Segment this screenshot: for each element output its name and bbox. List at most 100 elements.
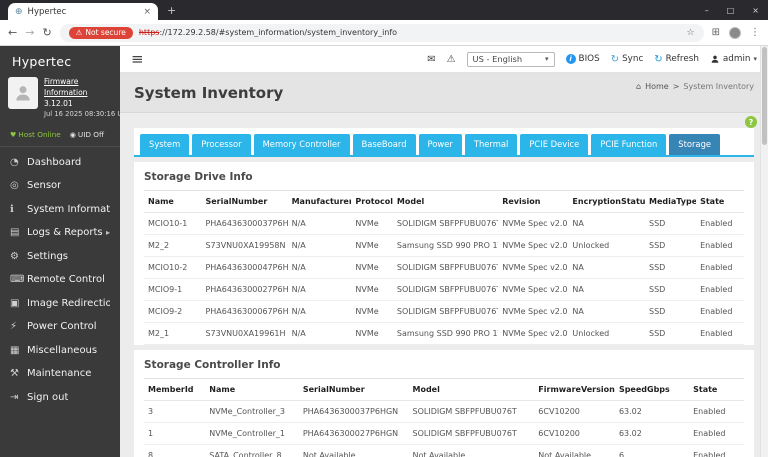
messages-envelope-icon[interactable]: ✉ — [427, 54, 435, 65]
table-cell: SSD — [645, 322, 697, 345]
table-cell: 6CV10200 — [534, 400, 615, 423]
sidebar-item-label: Settings — [27, 250, 69, 262]
sidebar-item-miscellaneous[interactable]: ▦ Miscellaneous — [0, 338, 120, 362]
sidebar-item-system-information[interactable]: ℹ System Information — [0, 197, 120, 221]
host-status-label: Host Online — [18, 130, 61, 140]
sidebar-item-image-redirection[interactable]: ▣ Image Redirection — [0, 291, 120, 315]
tab-close-icon[interactable]: × — [143, 7, 151, 17]
table-cell: PHA6436300067P6HGN — [201, 300, 288, 323]
tab-power[interactable]: Power — [418, 134, 462, 155]
tab-pcie-device[interactable]: PCIE Device — [520, 134, 589, 155]
sidebar-item-maintenance[interactable]: ⚒ Maintenance — [0, 362, 120, 386]
app-frame: Hypertec Firmware Information 3.12.01 Ju… — [0, 46, 768, 457]
url-text: https://172.29.2.58/#system_information/… — [139, 28, 681, 37]
back-icon[interactable]: ← — [8, 26, 17, 39]
table-row[interactable]: 3 NVMe_Controller_3 PHA6436300037P6HGN SOLI… — [144, 400, 744, 423]
maintenance-icon: ⚒ — [10, 368, 19, 380]
language-value: US - English — [472, 54, 523, 64]
bios-label: BIOS — [578, 54, 600, 64]
table-cell: NVMe Spec v2.0 — [498, 322, 569, 345]
table-cell: N/A — [287, 234, 352, 257]
tab-pcie-function[interactable]: PCIE Function — [591, 134, 667, 155]
column-header: SerialNumber — [298, 379, 409, 401]
user-menu[interactable]: admin ▾ — [710, 54, 757, 64]
topbar-actions: ✉ ⚠ US - English ▾ i BIOS ↻ Sync ↻ Refre… — [427, 51, 757, 67]
table-row[interactable]: MCIO9-1PHA6436300027P6HGNN/ANVMeSOLIDIGM… — [144, 278, 744, 301]
table-cell: SOLIDIGM SBFPFUBU076T — [408, 400, 535, 423]
table-cell: Enabled — [696, 212, 744, 235]
tab-system[interactable]: System — [140, 134, 190, 155]
table-cell: SATA_Controller_8 — [205, 444, 299, 457]
sidebar-item-label: Remote Control — [27, 274, 105, 286]
hamburger-menu-icon[interactable]: ≡ — [131, 50, 144, 68]
sidebar-item-label: Logs & Reports — [27, 227, 103, 239]
scrollbar-thumb[interactable] — [762, 47, 767, 145]
table-row[interactable]: MCIO10-1PHA6436300037P6HGNN/ANVMeSOLIDIG… — [144, 212, 744, 235]
column-header: Manufacturer — [287, 191, 352, 213]
tab-memory-controller[interactable]: Memory Controller — [253, 134, 350, 155]
table-cell: NVMe Spec v2.0 — [498, 278, 569, 301]
sidebar-item-sign-out[interactable]: ⇥ Sign out — [0, 385, 120, 409]
table-row[interactable]: M2_2 S73VNU0XA19958N N/A NVMe Samsung SSD 99… — [144, 234, 744, 257]
minimize-icon[interactable]: – — [696, 6, 718, 15]
table-cell: M2_1 — [144, 322, 202, 345]
sidebar-item-logs-reports[interactable]: ▤ Logs & Reports ▸ — [0, 221, 120, 245]
breadcrumb-home[interactable]: Home — [645, 82, 669, 91]
sensor-icon: ◎ — [10, 180, 19, 192]
browser-profile-avatar[interactable] — [729, 26, 741, 39]
maximize-icon[interactable]: □ — [718, 6, 744, 15]
tab-storage[interactable]: Storage — [669, 134, 721, 155]
sign-out-icon: ⇥ — [10, 391, 19, 403]
page-scrollbar[interactable] — [760, 46, 768, 457]
table-cell: MCIO10-1 — [144, 212, 202, 235]
storage-drive-info-card: Storage Drive Info Name SerialNumber Manuf… — [134, 162, 754, 345]
table-cell: 3 — [144, 400, 206, 423]
column-header: State — [696, 191, 744, 213]
logs-reports-icon: ▤ — [10, 227, 20, 239]
language-select[interactable]: US - English ▾ — [466, 51, 555, 67]
table-cell: Enabled — [696, 256, 744, 279]
sync-button[interactable]: ↻ Sync — [611, 54, 644, 65]
new-tab-button[interactable]: + — [167, 4, 176, 20]
table-row[interactable]: 8 SATA_Controller_8 Not Available Not Avail… — [144, 444, 744, 457]
bios-button[interactable]: i BIOS — [565, 54, 600, 64]
refresh-icon: ↻ — [654, 53, 663, 65]
sidebar-item-dashboard[interactable]: ◔ Dashboard — [0, 150, 120, 174]
not-secure-badge[interactable]: ⚠ Not secure — [68, 26, 133, 39]
breadcrumb-current: System Inventory — [683, 82, 754, 91]
reload-icon[interactable]: ↻ — [42, 26, 51, 39]
tab-processor[interactable]: Processor — [192, 134, 251, 155]
help-icon[interactable]: ? — [745, 116, 757, 128]
tab-thermal[interactable]: Thermal — [464, 134, 518, 155]
firmware-information-link[interactable]: Firmware Information — [44, 77, 112, 99]
forward-icon[interactable]: → — [25, 26, 34, 39]
extensions-icon[interactable]: ⊞ — [712, 27, 720, 38]
sidebar-item-power-control[interactable]: ⚡ Power Control — [0, 315, 120, 339]
table-row[interactable]: M2_1 S73VNU0XA19961H N/A NVMe Samsung SSD 99… — [144, 322, 744, 345]
sidebar-item-settings[interactable]: ⚙ Settings — [0, 244, 120, 268]
tab-baseboard[interactable]: BaseBoard — [352, 134, 416, 155]
close-icon[interactable]: × — [743, 6, 768, 15]
table-cell: SSD — [645, 256, 697, 279]
table-cell: SSD — [645, 300, 697, 323]
table-cell: NVMe — [351, 256, 393, 279]
address-bar[interactable]: ⚠ Not secure https://172.29.2.58/#system… — [59, 23, 704, 42]
table-row[interactable]: MCIO9-2PHA6436300067P6HGNN/ANVMeSOLIDIGM… — [144, 300, 744, 323]
sidebar-item-remote-control[interactable]: ⌨ Remote Control — [0, 268, 120, 292]
table-row[interactable]: MCIO10-2PHA6436300047P6HGNN/ANVMeSOLIDIG… — [144, 256, 744, 279]
main-area: ≡ ✉ ⚠ US - English ▾ i BIOS ↻ Sync ↻ Ref… — [120, 46, 768, 457]
sidebar-item-sensor[interactable]: ◎ Sensor — [0, 174, 120, 198]
browser-tab[interactable]: ⊕ Hypertec × — [8, 3, 158, 20]
table-cell: Enabled — [696, 234, 744, 257]
alerts-icon[interactable]: ⚠ — [447, 54, 456, 65]
table-cell: NVMe — [351, 278, 393, 301]
table-cell: Not Available — [534, 444, 615, 457]
table-cell: SOLIDIGM SBFPFUBU076T — [392, 256, 499, 279]
bookmark-star-icon[interactable]: ☆ — [687, 28, 695, 38]
table-row[interactable]: 1 NVMe_Controller_1 PHA6436300027P6HGN SOLI… — [144, 422, 744, 445]
refresh-button[interactable]: ↻ Refresh — [654, 54, 699, 65]
table-cell: Samsung SSD 990 PRO 1TB — [392, 322, 499, 345]
table-cell: Enabled — [689, 400, 744, 423]
table-cell: Enabled — [696, 278, 744, 301]
browser-menu-icon[interactable]: ⋮ — [750, 27, 760, 38]
